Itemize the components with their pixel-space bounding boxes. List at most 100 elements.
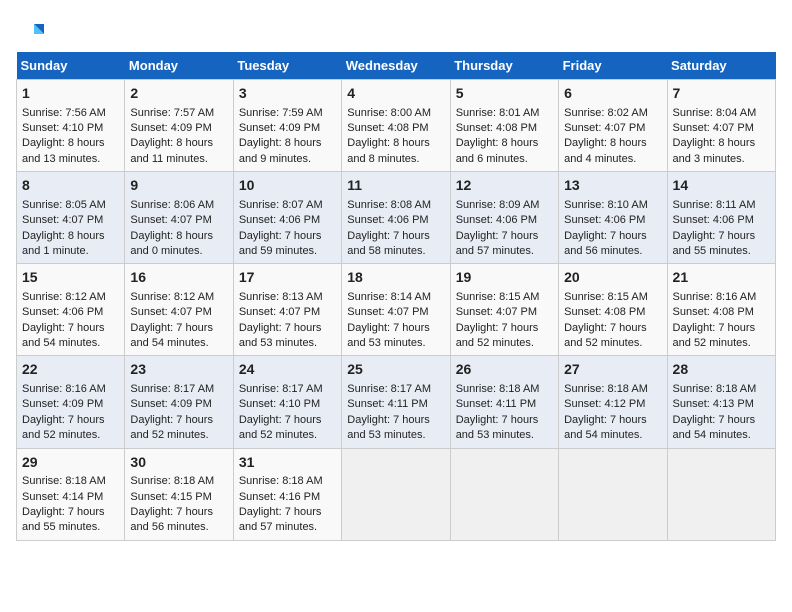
daylight-label: Daylight: 7 hours and 52 minutes. (673, 322, 756, 349)
calendar-cell: 27 Sunrise: 8:18 AM Sunset: 4:12 PM Dayl… (559, 356, 667, 448)
sunset-label: Sunset: 4:12 PM (564, 398, 645, 410)
sunrise-label: Sunrise: 8:18 AM (239, 475, 323, 487)
sunrise-label: Sunrise: 8:16 AM (22, 383, 106, 395)
calendar-cell: 19 Sunrise: 8:15 AM Sunset: 4:07 PM Dayl… (450, 264, 558, 356)
day-number: 2 (130, 84, 227, 104)
week-row-5: 29 Sunrise: 8:18 AM Sunset: 4:14 PM Dayl… (17, 448, 776, 540)
sunrise-label: Sunrise: 8:12 AM (22, 291, 106, 303)
calendar-cell: 25 Sunrise: 8:17 AM Sunset: 4:11 PM Dayl… (342, 356, 450, 448)
sunset-label: Sunset: 4:09 PM (130, 398, 211, 410)
calendar-cell (559, 448, 667, 540)
sunrise-label: Sunrise: 8:06 AM (130, 199, 214, 211)
sunrise-label: Sunrise: 7:56 AM (22, 107, 106, 119)
daylight-label: Daylight: 8 hours and 4 minutes. (564, 137, 647, 164)
sunrise-label: Sunrise: 8:18 AM (673, 383, 757, 395)
daylight-label: Daylight: 8 hours and 11 minutes. (130, 137, 213, 164)
sunrise-label: Sunrise: 8:11 AM (673, 199, 756, 211)
calendar-cell: 9 Sunrise: 8:06 AM Sunset: 4:07 PM Dayli… (125, 172, 233, 264)
calendar-cell: 18 Sunrise: 8:14 AM Sunset: 4:07 PM Dayl… (342, 264, 450, 356)
header-thursday: Thursday (450, 52, 558, 80)
daylight-label: Daylight: 8 hours and 13 minutes. (22, 137, 105, 164)
calendar-cell: 4 Sunrise: 8:00 AM Sunset: 4:08 PM Dayli… (342, 80, 450, 172)
sunrise-label: Sunrise: 8:00 AM (347, 107, 431, 119)
day-number: 10 (239, 176, 336, 196)
calendar-cell: 6 Sunrise: 8:02 AM Sunset: 4:07 PM Dayli… (559, 80, 667, 172)
day-number: 30 (130, 453, 227, 473)
day-number: 20 (564, 268, 661, 288)
sunset-label: Sunset: 4:10 PM (22, 122, 103, 134)
calendar-cell: 7 Sunrise: 8:04 AM Sunset: 4:07 PM Dayli… (667, 80, 775, 172)
daylight-label: Daylight: 7 hours and 52 minutes. (564, 322, 647, 349)
week-row-4: 22 Sunrise: 8:16 AM Sunset: 4:09 PM Dayl… (17, 356, 776, 448)
daylight-label: Daylight: 8 hours and 6 minutes. (456, 137, 539, 164)
sunset-label: Sunset: 4:06 PM (22, 306, 103, 318)
sunrise-label: Sunrise: 8:18 AM (130, 475, 214, 487)
daylight-label: Daylight: 7 hours and 56 minutes. (564, 230, 647, 257)
day-number: 9 (130, 176, 227, 196)
sunrise-label: Sunrise: 8:15 AM (456, 291, 540, 303)
sunrise-label: Sunrise: 8:13 AM (239, 291, 323, 303)
sunrise-label: Sunrise: 8:18 AM (564, 383, 648, 395)
header-tuesday: Tuesday (233, 52, 341, 80)
week-row-1: 1 Sunrise: 7:56 AM Sunset: 4:10 PM Dayli… (17, 80, 776, 172)
daylight-label: Daylight: 8 hours and 9 minutes. (239, 137, 322, 164)
sunrise-label: Sunrise: 8:01 AM (456, 107, 540, 119)
day-number: 27 (564, 360, 661, 380)
sunrise-label: Sunrise: 8:15 AM (564, 291, 648, 303)
calendar-cell: 28 Sunrise: 8:18 AM Sunset: 4:13 PM Dayl… (667, 356, 775, 448)
day-number: 4 (347, 84, 444, 104)
daylight-label: Daylight: 7 hours and 52 minutes. (22, 414, 105, 441)
calendar-cell: 14 Sunrise: 8:11 AM Sunset: 4:06 PM Dayl… (667, 172, 775, 264)
calendar-cell: 30 Sunrise: 8:18 AM Sunset: 4:15 PM Dayl… (125, 448, 233, 540)
page-header (16, 16, 776, 44)
sunrise-label: Sunrise: 8:05 AM (22, 199, 106, 211)
day-number: 14 (673, 176, 770, 196)
sunrise-label: Sunrise: 8:04 AM (673, 107, 757, 119)
sunset-label: Sunset: 4:08 PM (564, 306, 645, 318)
sunset-label: Sunset: 4:07 PM (130, 306, 211, 318)
day-number: 23 (130, 360, 227, 380)
sunset-label: Sunset: 4:06 PM (239, 214, 320, 226)
calendar-cell: 12 Sunrise: 8:09 AM Sunset: 4:06 PM Dayl… (450, 172, 558, 264)
sunset-label: Sunset: 4:07 PM (673, 122, 754, 134)
header-saturday: Saturday (667, 52, 775, 80)
daylight-label: Daylight: 7 hours and 57 minutes. (239, 506, 322, 533)
sunrise-label: Sunrise: 8:17 AM (239, 383, 323, 395)
calendar-cell: 3 Sunrise: 7:59 AM Sunset: 4:09 PM Dayli… (233, 80, 341, 172)
day-number: 25 (347, 360, 444, 380)
calendar-cell: 16 Sunrise: 8:12 AM Sunset: 4:07 PM Dayl… (125, 264, 233, 356)
sunrise-label: Sunrise: 8:07 AM (239, 199, 323, 211)
daylight-label: Daylight: 7 hours and 52 minutes. (130, 414, 213, 441)
daylight-label: Daylight: 7 hours and 58 minutes. (347, 230, 430, 257)
sunset-label: Sunset: 4:07 PM (347, 306, 428, 318)
calendar-cell: 13 Sunrise: 8:10 AM Sunset: 4:06 PM Dayl… (559, 172, 667, 264)
sunset-label: Sunset: 4:06 PM (673, 214, 754, 226)
sunset-label: Sunset: 4:06 PM (347, 214, 428, 226)
sunset-label: Sunset: 4:10 PM (239, 398, 320, 410)
sunset-label: Sunset: 4:13 PM (673, 398, 754, 410)
sunrise-label: Sunrise: 8:16 AM (673, 291, 757, 303)
calendar-cell (450, 448, 558, 540)
day-number: 28 (673, 360, 770, 380)
sunset-label: Sunset: 4:16 PM (239, 491, 320, 503)
sunset-label: Sunset: 4:08 PM (673, 306, 754, 318)
logo (16, 20, 48, 44)
header-monday: Monday (125, 52, 233, 80)
sunrise-label: Sunrise: 7:59 AM (239, 107, 323, 119)
calendar-cell: 1 Sunrise: 7:56 AM Sunset: 4:10 PM Dayli… (17, 80, 125, 172)
sunset-label: Sunset: 4:07 PM (239, 306, 320, 318)
calendar-cell (667, 448, 775, 540)
calendar-cell: 20 Sunrise: 8:15 AM Sunset: 4:08 PM Dayl… (559, 264, 667, 356)
sunrise-label: Sunrise: 8:18 AM (22, 475, 106, 487)
sunset-label: Sunset: 4:06 PM (564, 214, 645, 226)
calendar-cell: 26 Sunrise: 8:18 AM Sunset: 4:11 PM Dayl… (450, 356, 558, 448)
calendar-cell: 15 Sunrise: 8:12 AM Sunset: 4:06 PM Dayl… (17, 264, 125, 356)
day-number: 16 (130, 268, 227, 288)
sunrise-label: Sunrise: 8:14 AM (347, 291, 431, 303)
header-wednesday: Wednesday (342, 52, 450, 80)
day-number: 26 (456, 360, 553, 380)
daylight-label: Daylight: 7 hours and 59 minutes. (239, 230, 322, 257)
calendar-cell: 23 Sunrise: 8:17 AM Sunset: 4:09 PM Dayl… (125, 356, 233, 448)
sunset-label: Sunset: 4:07 PM (456, 306, 537, 318)
sunset-label: Sunset: 4:07 PM (564, 122, 645, 134)
